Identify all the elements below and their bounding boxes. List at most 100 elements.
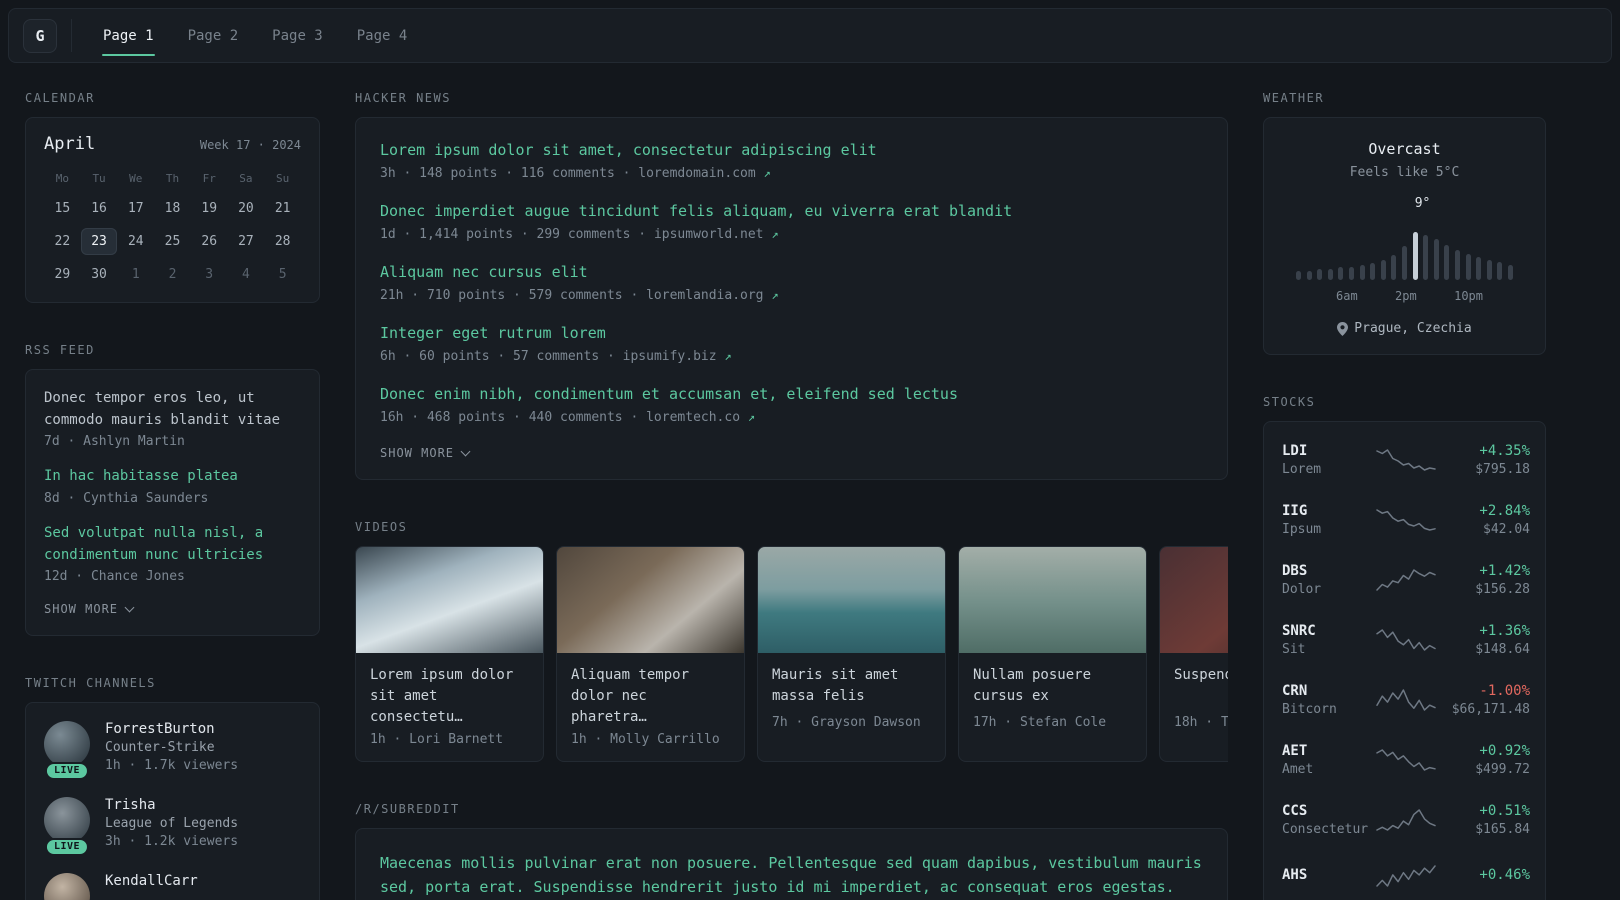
stocks-card: LDI Lorem +4.35% $795.18 IIG Ipsum +2.84… <box>1263 421 1546 900</box>
rss-show-more-button[interactable]: SHOW MORE <box>44 602 135 617</box>
weather-bar <box>1327 269 1333 280</box>
hn-meta: 1d · 1,414 points · 299 comments · ipsum… <box>380 227 1203 242</box>
hn-source-link[interactable]: ipsumworld.net <box>654 227 764 242</box>
app-logo[interactable]: G <box>23 18 57 53</box>
external-link-icon: ↗ <box>771 288 779 302</box>
hn-title-link[interactable]: Donec imperdiet augue tincidunt felis al… <box>380 201 1203 222</box>
tab-page-4[interactable]: Page 4 <box>340 9 425 62</box>
twitch-channel-row[interactable]: LIVE Trisha League of Legends 3h · 1.2k … <box>44 797 301 857</box>
stock-price: $156.28 <box>1475 582 1530 597</box>
stock-row[interactable]: CRN Bitcorn -1.00% $66,171.48 <box>1282 670 1530 730</box>
calendar-header: CALENDAR <box>25 91 95 105</box>
stock-ticker: CRN <box>1282 683 1308 699</box>
video-meta: 17h · Stefan Cole <box>973 715 1107 730</box>
stock-row[interactable]: DBS Dolor +1.42% $156.28 <box>1282 550 1530 610</box>
weather-feels-like: Feels like 5°C <box>1349 165 1460 180</box>
video-thumbnail <box>758 547 945 653</box>
video-card[interactable]: Lorem ipsum dolor sit amet consectetu… 1… <box>355 546 544 762</box>
twitch-avatar-wrap: LIVE <box>44 797 90 857</box>
stock-ticker: AHS <box>1282 866 1308 883</box>
hn-source-link[interactable]: loremtech.co <box>646 410 740 425</box>
stock-values: +4.35% $795.18 <box>1438 443 1530 477</box>
twitch-channel-name: KendallCarr <box>105 873 198 890</box>
rss-item-link[interactable]: In hac habitasse platea <box>44 466 301 488</box>
hn-source-link[interactable]: ipsumify.biz <box>623 349 717 364</box>
weather-time-label: 2pm <box>1395 289 1417 303</box>
stocks-section: STOCKS LDI Lorem +4.35% $795.18 IIG Ipsu… <box>1263 395 1546 900</box>
tab-page-1[interactable]: Page 1 <box>86 9 171 62</box>
stock-ticker: DBS <box>1282 563 1308 579</box>
weather-bar <box>1476 257 1482 280</box>
video-card[interactable]: Nullam posuere cursus ex 17h · Stefan Co… <box>958 546 1147 762</box>
calendar-day: 24 <box>127 234 144 249</box>
hn-title-link[interactable]: Lorem ipsum dolor sit amet, consectetur … <box>380 140 1203 161</box>
twitch-channel-row[interactable]: LIVE ForrestBurton Counter-Strike 1h · 1… <box>44 721 301 781</box>
calendar-day: 3 <box>205 267 214 282</box>
calendar-day: 22 <box>54 234 71 249</box>
stock-row[interactable]: SNRC Sit +1.36% $148.64 <box>1282 610 1530 670</box>
twitch-section: TWITCH CHANNELS LIVE ForrestBurton Count… <box>25 676 320 900</box>
hn-title-link[interactable]: Donec enim nibh, condimentum et accumsan… <box>380 384 1203 405</box>
twitch-avatar-wrap: LIVE <box>44 721 90 781</box>
hn-source-link[interactable]: loremdomain.com <box>638 166 755 181</box>
weather-section: WEATHER Overcast Feels like 5°C 9° 6am 2… <box>1263 91 1546 355</box>
twitch-channel-info: ForrestBurton Counter-Strike 1h · 1.7k v… <box>105 721 238 773</box>
calendar-day: 15 <box>54 201 71 216</box>
stock-values: +1.36% $148.64 <box>1438 623 1530 657</box>
page-tabs: Page 1 Page 2 Page 3 Page 4 <box>86 9 424 62</box>
calendar-day: 25 <box>164 234 181 249</box>
stock-price: $66,171.48 <box>1451 702 1530 717</box>
rss-item-link[interactable]: Donec tempor eros leo, ut commodo mauris… <box>44 388 301 431</box>
stock-row[interactable]: CCS Consectetur +0.51% $165.84 <box>1282 790 1530 850</box>
weather-bar <box>1423 235 1429 280</box>
stock-row[interactable]: AET Amet +0.92% $499.72 <box>1282 730 1530 790</box>
stock-row[interactable]: LDI Lorem +4.35% $795.18 <box>1282 430 1530 490</box>
stock-ticker: CCS <box>1282 803 1308 819</box>
tab-page-3[interactable]: Page 3 <box>255 9 340 62</box>
video-card[interactable]: Mauris sit amet massa felis 7h · Grayson… <box>757 546 946 762</box>
stock-id: AET Amet <box>1282 743 1374 777</box>
videos-header: VIDEOS <box>355 520 408 534</box>
stock-row[interactable]: IIG Ipsum +2.84% $42.04 <box>1282 490 1530 550</box>
videos-row: Lorem ipsum dolor sit amet consectetu… 1… <box>355 546 1228 762</box>
calendar-section: CALENDAR April Week 17 · 2024 Mo Tu We T… <box>25 91 320 303</box>
hn-source-link[interactable]: loremlandia.org <box>646 288 763 303</box>
calendar-day: 20 <box>238 201 254 216</box>
subreddit-post-link[interactable]: Maecenas mollis pulvinar erat non posuer… <box>380 851 1203 899</box>
video-card[interactable]: Suspendisse diam 18h · Tara <box>1159 546 1228 762</box>
weather-bar <box>1370 263 1376 280</box>
tab-page-2[interactable]: Page 2 <box>171 9 256 62</box>
stock-sparkline <box>1376 509 1436 531</box>
hn-meta-text: 6h · 60 points · 57 comments · <box>380 349 615 364</box>
stock-ticker: AET <box>1282 743 1308 759</box>
calendar-dow: We <box>129 172 143 185</box>
calendar-day: 30 <box>91 267 107 282</box>
rss-item-link[interactable]: Sed volutpat nulla nisl, a condimentum n… <box>44 523 301 566</box>
weather-bar <box>1338 267 1344 280</box>
stock-change: +0.51% <box>1479 803 1530 819</box>
stock-name: Lorem <box>1282 462 1322 477</box>
hacker-news-card: Lorem ipsum dolor sit amet, consectetur … <box>355 117 1228 480</box>
twitch-channel-name: ForrestBurton <box>105 721 215 738</box>
hn-title-link[interactable]: Integer eget rutrum lorem <box>380 323 1203 344</box>
weather-bar <box>1454 250 1460 280</box>
calendar-day: 17 <box>127 201 144 216</box>
twitch-card: LIVE ForrestBurton Counter-Strike 1h · 1… <box>25 702 320 900</box>
twitch-channel-row[interactable]: KendallCarr <box>44 873 301 900</box>
stock-row[interactable]: AHS +0.46% <box>1282 850 1530 900</box>
external-link-icon: ↗ <box>763 166 771 180</box>
rss-section: RSS FEED Donec tempor eros leo, ut commo… <box>25 343 320 637</box>
calendar-dow: Su <box>276 172 290 185</box>
video-title: Lorem ipsum dolor sit amet consectetu… <box>370 667 514 725</box>
hn-show-more-button[interactable]: SHOW MORE <box>380 446 471 460</box>
stock-name: Sit <box>1282 642 1306 657</box>
stock-values: -1.00% $66,171.48 <box>1438 683 1530 717</box>
stock-name: Ipsum <box>1282 522 1322 537</box>
hn-title-link[interactable]: Aliquam nec cursus elit <box>380 262 1203 283</box>
hn-meta-text: 16h · 468 points · 440 comments · <box>380 410 639 425</box>
video-card[interactable]: Aliquam tempor dolor nec pharetra… 1h · … <box>556 546 745 762</box>
stock-price: $165.84 <box>1475 822 1530 837</box>
hn-meta: 3h · 148 points · 116 comments · loremdo… <box>380 166 1203 181</box>
stock-id: CRN Bitcorn <box>1282 683 1374 717</box>
show-more-label: SHOW MORE <box>44 602 119 617</box>
